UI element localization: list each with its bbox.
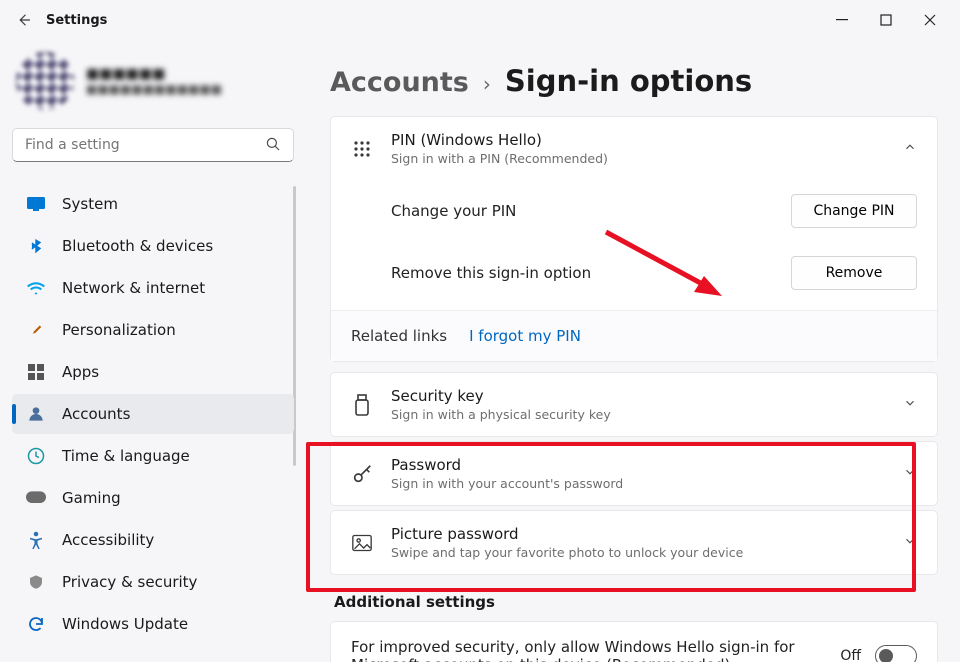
search-box[interactable]: [12, 128, 294, 162]
wifi-icon: [26, 278, 46, 298]
card-subtitle: Swipe and tap your favorite photo to unl…: [391, 545, 885, 560]
chevron-down-icon: [903, 395, 917, 414]
nav-personalization[interactable]: Personalization: [12, 310, 294, 350]
card-title: Password: [391, 456, 885, 474]
hello-only-toggle[interactable]: [875, 645, 917, 662]
related-links-row: Related links I forgot my PIN: [331, 310, 937, 361]
main-content: Accounts › Sign-in options PIN (Windows …: [306, 40, 960, 662]
maximize-button[interactable]: [864, 0, 908, 40]
card-subtitle: Sign in with your account's password: [391, 476, 885, 491]
nav-label: Windows Update: [62, 615, 188, 633]
user-profile[interactable]: ■■■■■■ ■■■■■■■■■■■■: [12, 48, 294, 128]
pin-card: PIN (Windows Hello) Sign in with a PIN (…: [330, 116, 938, 362]
avatar: [16, 52, 74, 110]
chevron-up-icon: [903, 139, 917, 158]
additional-settings-heading: Additional settings: [334, 593, 938, 611]
nav-accessibility[interactable]: Accessibility: [12, 520, 294, 560]
image-icon: [351, 534, 373, 552]
toggle-state-label: Off: [840, 648, 861, 662]
title-bar: Settings: [0, 0, 960, 40]
chevron-down-icon: [903, 464, 917, 483]
back-button[interactable]: [8, 4, 40, 36]
nav-label: Accessibility: [62, 531, 154, 549]
hello-only-card: For improved security, only allow Window…: [330, 621, 938, 662]
nav-label: Time & language: [62, 447, 190, 465]
close-button[interactable]: [908, 0, 952, 40]
accessibility-icon: [26, 530, 46, 550]
remove-pin-row: Remove this sign-in option Remove: [331, 242, 937, 310]
card-title: Security key: [391, 387, 885, 405]
hello-only-label: For improved security, only allow Window…: [351, 638, 826, 662]
minimize-icon: [836, 14, 848, 26]
nav-label: System: [62, 195, 118, 213]
keypad-icon: [351, 140, 373, 158]
nav-label: Gaming: [62, 489, 121, 507]
user-email: ■■■■■■■■■■■■: [86, 82, 222, 96]
refresh-icon: [26, 614, 46, 634]
chevron-right-icon: ›: [483, 72, 491, 96]
card-subtitle: Sign in with a PIN (Recommended): [391, 151, 885, 166]
nav-gaming[interactable]: Gaming: [12, 478, 294, 518]
user-name: ■■■■■■: [86, 66, 222, 82]
usb-key-icon: [351, 394, 373, 416]
key-icon: [351, 463, 373, 485]
nav-label: Privacy & security: [62, 573, 197, 591]
nav-system[interactable]: System: [12, 184, 294, 224]
nav-privacy-security[interactable]: Privacy & security: [12, 562, 294, 602]
nav-bluetooth[interactable]: Bluetooth & devices: [12, 226, 294, 266]
brush-icon: [26, 320, 46, 340]
picture-password-card[interactable]: Picture password Swipe and tap your favo…: [330, 510, 938, 575]
breadcrumb-parent[interactable]: Accounts: [330, 67, 469, 98]
chevron-down-icon: [903, 533, 917, 552]
pin-header[interactable]: PIN (Windows Hello) Sign in with a PIN (…: [331, 117, 937, 180]
card-title: Picture password: [391, 525, 885, 543]
search-icon: [264, 135, 282, 153]
nav-accounts[interactable]: Accounts: [12, 394, 294, 434]
remove-pin-label: Remove this sign-in option: [391, 264, 791, 282]
nav-windows-update[interactable]: Windows Update: [12, 604, 294, 644]
arrow-left-icon: [15, 11, 33, 29]
security-key-card[interactable]: Security key Sign in with a physical sec…: [330, 372, 938, 437]
close-icon: [924, 14, 936, 26]
change-pin-label: Change your PIN: [391, 202, 791, 220]
person-icon: [26, 404, 46, 424]
nav-label: Personalization: [62, 321, 176, 339]
password-card[interactable]: Password Sign in with your account's pas…: [330, 441, 938, 506]
search-input[interactable]: [12, 128, 294, 162]
maximize-icon: [880, 14, 892, 26]
breadcrumb: Accounts › Sign-in options: [330, 64, 938, 98]
nav-time-language[interactable]: Time & language: [12, 436, 294, 476]
nav-list: System Bluetooth & devices Network & int…: [12, 184, 294, 644]
shield-icon: [26, 572, 46, 592]
related-links-label: Related links: [351, 327, 447, 345]
remove-pin-button[interactable]: Remove: [791, 256, 917, 290]
nav-network[interactable]: Network & internet: [12, 268, 294, 308]
app-title: Settings: [46, 13, 107, 28]
forgot-pin-link[interactable]: I forgot my PIN: [469, 327, 581, 345]
change-pin-button[interactable]: Change PIN: [791, 194, 917, 228]
globe-clock-icon: [26, 446, 46, 466]
card-title: PIN (Windows Hello): [391, 131, 885, 149]
nav-label: Bluetooth & devices: [62, 237, 213, 255]
change-pin-row: Change your PIN Change PIN: [331, 180, 937, 242]
gamepad-icon: [26, 488, 46, 508]
minimize-button[interactable]: [820, 0, 864, 40]
sidebar: ■■■■■■ ■■■■■■■■■■■■ System Bluetooth & d…: [0, 40, 306, 662]
nav-label: Accounts: [62, 405, 130, 423]
bluetooth-icon: [26, 236, 46, 256]
nav-label: Network & internet: [62, 279, 205, 297]
breadcrumb-current: Sign-in options: [505, 64, 752, 98]
grid-icon: [26, 362, 46, 382]
nav-apps[interactable]: Apps: [12, 352, 294, 392]
nav-label: Apps: [62, 363, 99, 381]
card-subtitle: Sign in with a physical security key: [391, 407, 885, 422]
monitor-icon: [26, 194, 46, 214]
